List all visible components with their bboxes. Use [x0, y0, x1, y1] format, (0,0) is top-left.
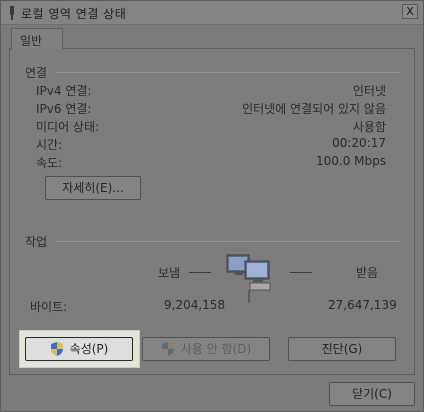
ipv6-value: 인터넷에 연결되어 있지 않음 [242, 102, 386, 116]
duration-row: 시간: 00:20:17 [36, 136, 386, 152]
duration-label: 시간: [36, 138, 63, 152]
disable-button[interactable]: 사용 안 함(D) [142, 337, 270, 361]
properties-button-label: 속성(P) [69, 342, 109, 356]
connection-divider [57, 72, 399, 73]
speed-value: 100.0 Mbps [315, 154, 386, 168]
diagnose-button[interactable]: 진단(G) [288, 337, 396, 361]
title-bar[interactable]: 로컬 영역 연결 상태 X [1, 1, 423, 25]
ipv4-row: IPv4 연결: 인터넷 [36, 82, 386, 98]
received-label: 받음 [356, 266, 379, 280]
media-state-label: 미디어 상태: [36, 120, 100, 134]
uac-shield-icon [50, 342, 63, 356]
ipv4-label: IPv4 연결: [36, 84, 92, 98]
connection-group-label: 연결 [25, 66, 48, 80]
close-window-button[interactable]: X [402, 4, 418, 19]
activity-divider [57, 241, 399, 242]
uac-shield-icon [161, 342, 174, 356]
close-button[interactable]: 닫기(C) [329, 382, 415, 406]
ipv6-row: IPv6 연결: 인터넷에 연결되어 있지 않음 [36, 100, 386, 116]
window-title: 로컬 영역 연결 상태 [21, 7, 127, 21]
bytes-label: 바이트: [30, 300, 68, 314]
details-button[interactable]: 자세히(E)... [45, 176, 141, 200]
sent-label: 보냄 [158, 266, 181, 280]
activity-group-label: 작업 [25, 235, 48, 249]
received-line [290, 272, 312, 273]
network-connection-icon [10, 6, 14, 20]
network-computers-icon [226, 254, 271, 303]
tab-general[interactable]: 일반 [11, 28, 63, 49]
media-state-value: 사용함 [352, 120, 386, 134]
speed-row: 속도: 100.0 Mbps [36, 154, 386, 170]
sent-bytes-value: 9,204,158 [164, 298, 226, 312]
status-window: 로컬 영역 연결 상태 X 일반 연결 IPv4 연결: 인터넷 IPv6 연결… [0, 0, 424, 412]
disable-button-label: 사용 안 함(D) [180, 342, 252, 356]
received-bytes-value: 27,647,139 [328, 298, 397, 312]
properties-button[interactable]: 속성(P) [25, 337, 133, 361]
duration-value: 00:20:17 [332, 136, 386, 150]
media-state-row: 미디어 상태: 사용함 [36, 118, 386, 134]
ipv4-value: 인터넷 [352, 84, 386, 98]
ipv6-label: IPv6 연결: [36, 102, 92, 116]
speed-label: 속도: [36, 156, 63, 170]
sent-line [189, 272, 211, 273]
